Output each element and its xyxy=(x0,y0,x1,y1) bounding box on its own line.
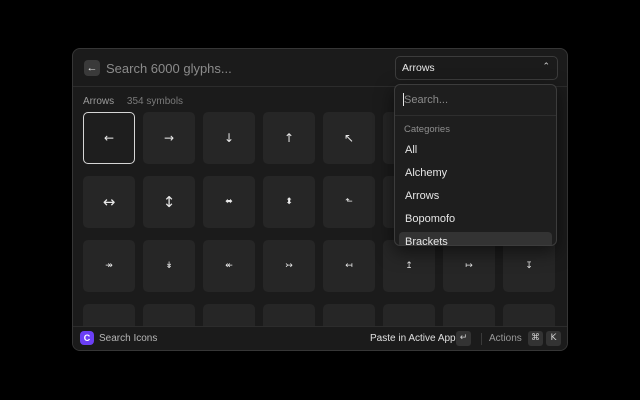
glyph-symbol: ↖ xyxy=(343,131,355,145)
actions-button[interactable]: Actions xyxy=(489,333,522,344)
glyph-cell[interactable] xyxy=(203,304,255,328)
glyph-symbol: ↦ xyxy=(465,261,473,271)
glyph-cell[interactable]: ↦ xyxy=(443,240,495,292)
glyph-cell[interactable] xyxy=(263,304,315,328)
category-item[interactable]: All xyxy=(399,140,552,161)
glyph-cell[interactable]: ↡ xyxy=(143,240,195,292)
glyph-cell[interactable]: ↤ xyxy=(323,240,375,292)
section-title: Arrows xyxy=(83,96,115,107)
popover-search xyxy=(395,85,556,116)
category-item[interactable]: Brackets xyxy=(399,232,552,245)
category-search-input[interactable] xyxy=(404,92,544,108)
glyph-symbol: ↞ xyxy=(225,261,233,271)
category-item[interactable]: Alchemy xyxy=(399,163,552,184)
glyph-symbol: ↣ xyxy=(285,261,293,271)
enter-key-icon: ↵ xyxy=(456,331,471,346)
glyph-symbol: ← xyxy=(103,131,115,145)
glyph-symbol: ↕ xyxy=(162,193,176,211)
glyph-cell[interactable] xyxy=(143,304,195,328)
k-key-icon: K xyxy=(546,331,561,346)
glyph-symbol: → xyxy=(163,131,175,145)
search-input[interactable] xyxy=(106,57,386,79)
glyph-cell[interactable]: ⬌ xyxy=(203,176,255,228)
glyph-symbol: ↤ xyxy=(345,261,353,271)
glyph-cell[interactable]: ↠ xyxy=(83,240,135,292)
glyph-cell[interactable]: ← xyxy=(83,112,135,164)
glyph-cell[interactable] xyxy=(83,304,135,328)
glyph-cell[interactable] xyxy=(323,304,375,328)
glyph-cell[interactable]: → xyxy=(143,112,195,164)
footer-title: Search Icons xyxy=(99,333,158,344)
glyph-symbol: ↡ xyxy=(165,261,173,271)
glyph-symbol: ↑ xyxy=(283,131,295,145)
categories-section-label: Categories xyxy=(404,124,450,135)
glyph-cell[interactable]: ↖ xyxy=(323,112,375,164)
glyph-cell[interactable]: ↓ xyxy=(203,112,255,164)
glyph-cell[interactable]: ↧ xyxy=(503,240,555,292)
glyph-symbol: ⬌ xyxy=(225,197,233,207)
category-item[interactable]: Bopomofo xyxy=(399,209,552,230)
glyph-cell[interactable]: ⬍ xyxy=(263,176,315,228)
category-popover: Categories AllAlchemyArrowsBopomofo Brack… xyxy=(394,84,557,246)
glyph-cell[interactable]: ⬑ xyxy=(323,176,375,228)
search-bar: ← Arrows ⌃ xyxy=(73,49,567,87)
category-item[interactable]: Arrows xyxy=(399,186,552,207)
app-logo-icon: C xyxy=(80,331,94,345)
glyph-cell[interactable] xyxy=(443,304,495,328)
section-count: 354 symbols xyxy=(126,96,184,107)
glyph-symbol: ↧ xyxy=(525,261,533,271)
glyph-cell[interactable]: ↥ xyxy=(383,240,435,292)
glyph-cell[interactable]: ↞ xyxy=(203,240,255,292)
glyph-symbol: ↓ xyxy=(223,131,235,145)
section-header: Arrows 354 symbols xyxy=(83,96,183,107)
command-key-icon: ⌘ xyxy=(528,331,543,346)
glyph-cell[interactable]: ↔ xyxy=(83,176,135,228)
category-dropdown[interactable]: Arrows ⌃ xyxy=(395,56,558,80)
category-dropdown-value: Arrows xyxy=(402,62,435,74)
glyph-symbol: ↔ xyxy=(102,193,116,211)
chevron-up-icon: ⌃ xyxy=(542,61,550,71)
back-arrow-icon[interactable]: ← xyxy=(84,60,100,76)
footer-divider xyxy=(481,333,482,345)
glyph-cell[interactable] xyxy=(383,304,435,328)
glyph-cell[interactable]: ↣ xyxy=(263,240,315,292)
glyph-cell[interactable]: ↕ xyxy=(143,176,195,228)
paste-action-button[interactable]: Paste in Active App xyxy=(370,333,456,344)
glyph-symbol: ⬑ xyxy=(345,197,353,207)
glyph-cell[interactable] xyxy=(503,304,555,328)
action-bar: C Search Icons Paste in Active App ↵ Act… xyxy=(73,326,567,350)
glyph-symbol: ⬍ xyxy=(285,197,293,207)
glyph-symbol: ↥ xyxy=(405,261,413,271)
glyph-cell[interactable]: ↑ xyxy=(263,112,315,164)
glyph-symbol: ↠ xyxy=(105,261,113,271)
